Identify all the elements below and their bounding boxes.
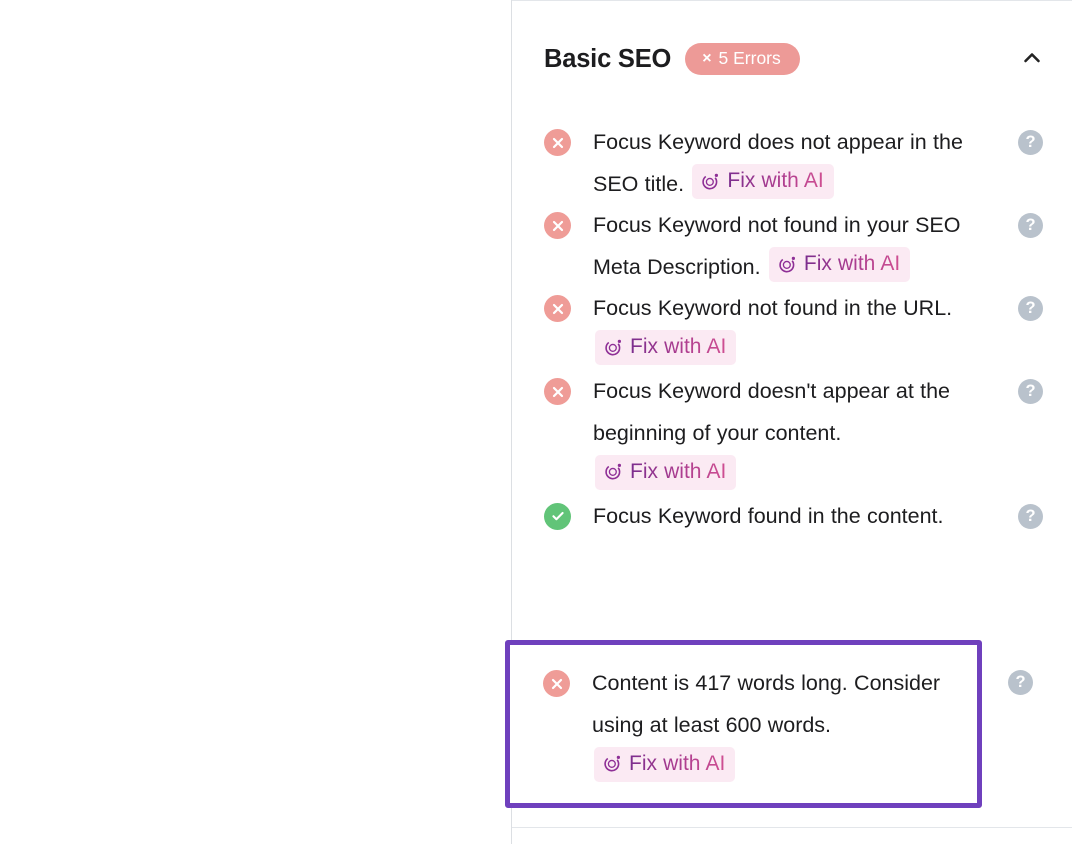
fix-with-ai-button[interactable]: Fix with AI [692,164,834,199]
check-item[interactable]: Focus Keyword found in the content.? [512,496,1072,538]
errors-count-label: 5 Errors [718,47,781,68]
ai-circle-icon [604,755,621,772]
check-item-message: Content is 417 words long. Consider usin… [592,671,941,737]
panel-bottom-divider [512,827,1072,828]
check-item-text: Focus Keyword not found in your SEO Meta… [593,205,989,288]
status-badge-errors: × 5 Errors [685,42,800,76]
ai-circle-icon [779,256,795,272]
help-icon[interactable]: ? [1018,213,1043,238]
panel-top-divider [512,0,1072,1]
check-item-text: Focus Keyword doesn't appear at the begi… [593,371,989,496]
ai-circle-icon [605,463,622,480]
check-item-message: Focus Keyword not found in the URL. [593,296,953,320]
fix-with-ai-label: Fix with AI [630,457,726,487]
highlighted-check-item[interactable]: Content is 417 words long. Consider usin… [511,645,976,803]
error-circle-icon [544,378,571,405]
fix-with-ai-label: Fix with AI [804,249,900,279]
check-item-message: Focus Keyword doesn't appear at the begi… [593,379,950,445]
fix-with-ai-button[interactable]: Fix with AI [768,247,911,282]
error-circle-icon [544,212,571,239]
help-icon[interactable]: ? [1008,670,1033,695]
check-item-text: Focus Keyword found in the content. [593,496,989,538]
collapse-section-button[interactable] [1015,42,1049,76]
screenshot-root: Basic SEO × 5 Errors Focus Keyword does … [0,0,1072,844]
help-icon[interactable]: ? [1018,296,1043,321]
error-circle-icon [544,295,571,322]
fix-with-ai-button[interactable]: Fix with AI [595,454,737,490]
page-title: Basic SEO [544,44,672,73]
check-item[interactable]: Focus Keyword does not appear in the SEO… [512,122,1072,205]
fix-with-ai-label: Fix with AI [727,166,823,196]
check-item-message: Focus Keyword found in the content. [593,503,944,528]
check-item[interactable]: Focus Keyword doesn't appear at the begi… [512,371,1072,496]
basic-seo-section-header[interactable]: Basic SEO × 5 Errors [512,28,1072,90]
fix-with-ai-button[interactable]: Fix with AI [594,746,736,782]
error-circle-icon [543,670,570,697]
seo-check-list: Focus Keyword does not appear in the SEO… [512,122,1072,537]
help-icon[interactable]: ? [1018,130,1043,155]
check-circle-icon [544,502,571,530]
error-circle-icon [544,129,571,156]
check-item[interactable]: Focus Keyword not found in the URL. Fix … [512,288,1072,371]
help-icon[interactable]: ? [1018,379,1043,404]
fix-with-ai-label: Fix with AI [629,749,725,779]
fix-with-ai-button[interactable]: Fix with AI [595,330,737,365]
ai-circle-icon [605,339,622,355]
left-empty-pane [0,0,511,844]
chevron-up-icon [1020,46,1044,73]
fix-with-ai-label: Fix with AI [630,332,726,362]
check-item-text: Focus Keyword does not appear in the SEO… [593,122,989,205]
close-icon: × [702,49,712,67]
ai-circle-icon [702,173,719,189]
check-item-text: Content is 417 words long. Consider usin… [592,663,972,788]
check-item-text: Focus Keyword not found in the URL. Fix … [593,288,989,371]
help-icon[interactable]: ? [1018,503,1043,529]
check-item[interactable]: Focus Keyword not found in your SEO Meta… [512,205,1072,288]
